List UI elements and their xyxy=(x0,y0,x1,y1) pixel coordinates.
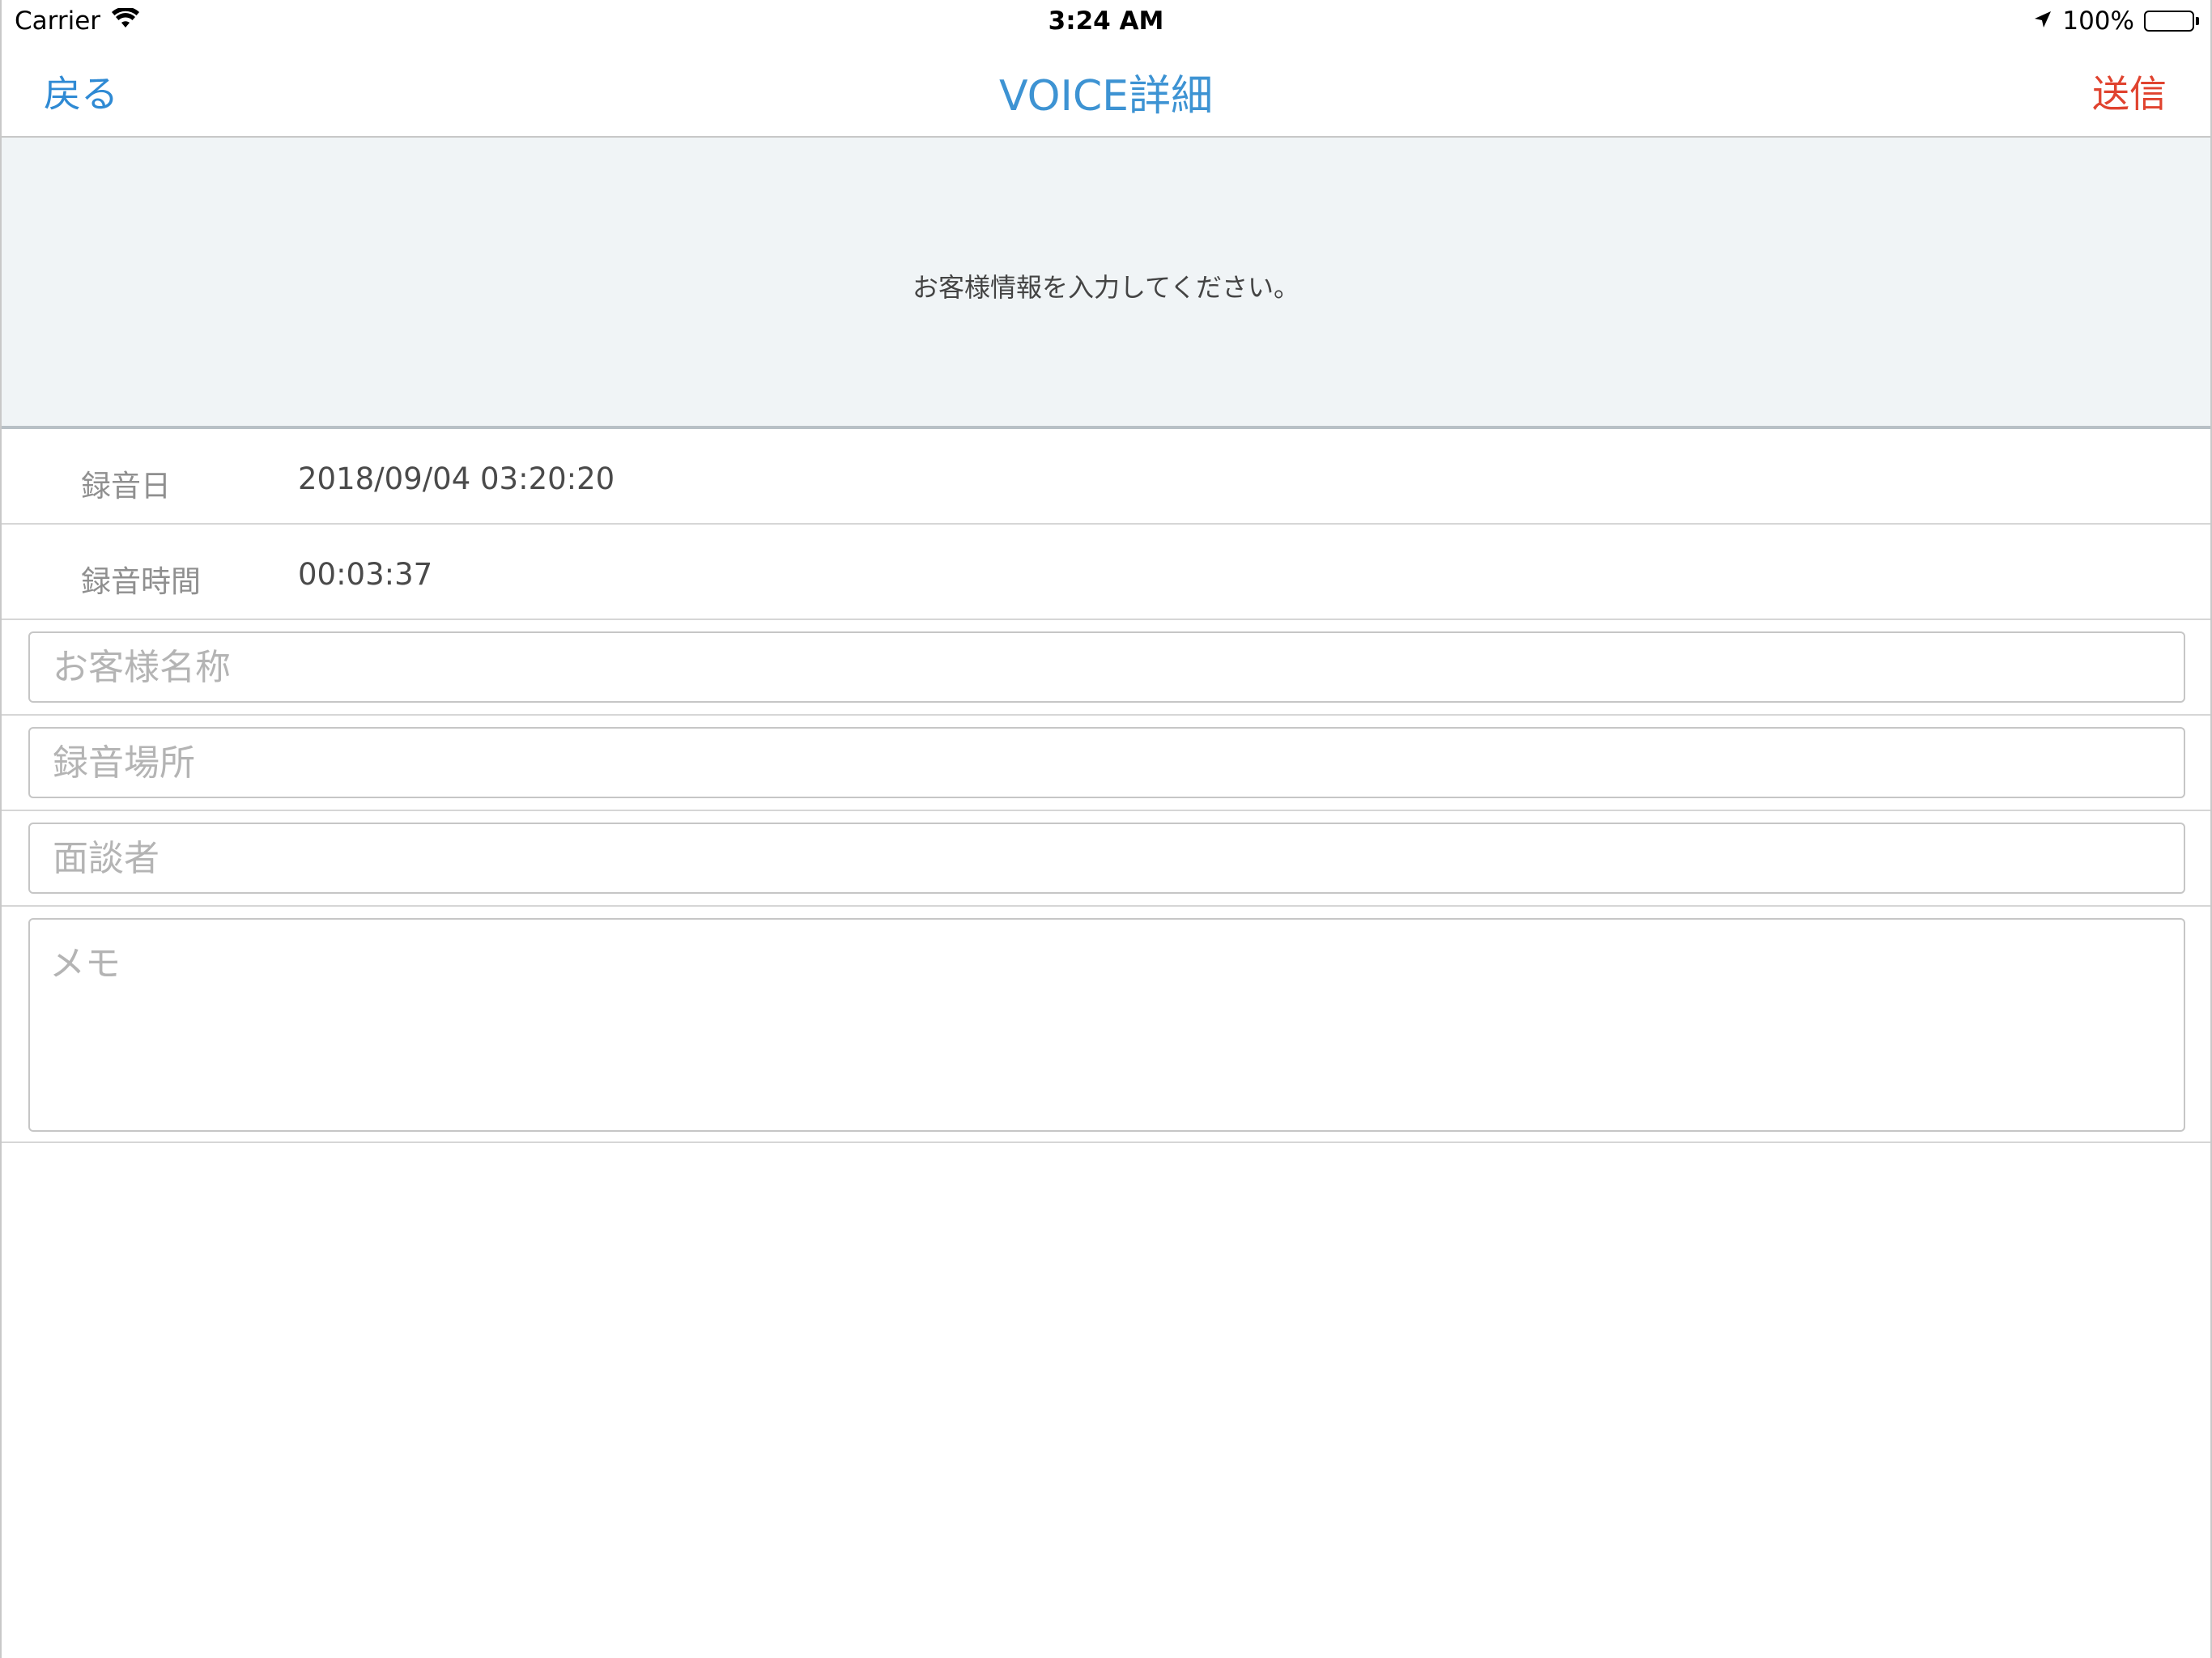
navigation-bar: 戻る VOICE詳細 送信 xyxy=(2,44,2210,138)
page-title: VOICE詳細 xyxy=(998,72,1214,121)
recording-location-input[interactable] xyxy=(28,727,2185,798)
recording-duration-label: 録音時間 xyxy=(81,564,201,599)
customer-name-input[interactable] xyxy=(28,631,2185,703)
recording-date-label: 録音日 xyxy=(81,469,171,504)
battery-icon xyxy=(2144,11,2199,32)
memo-textarea[interactable] xyxy=(28,918,2185,1132)
interviewer-row xyxy=(2,811,2210,907)
memo-row xyxy=(2,905,2210,1143)
recording-date-value: 2018/09/04 03:20:20 xyxy=(298,461,615,496)
instruction-banner: お客様情報を入力してください。 xyxy=(2,138,2210,429)
instruction-text: お客様情報を入力してください。 xyxy=(912,272,1300,303)
customer-name-row xyxy=(2,620,2210,716)
location-arrow-icon xyxy=(2033,6,2052,36)
send-button[interactable]: 送信 xyxy=(2092,65,2167,118)
recording-location-row xyxy=(2,716,2210,811)
interviewer-input[interactable] xyxy=(28,823,2185,894)
status-bar: Carrier 3:24 AM 100% xyxy=(2,0,2210,44)
battery-percent: 100% xyxy=(2062,6,2134,36)
voice-detail-screen: Carrier 3:24 AM 100% 戻る VOICE詳細 送信 お客様情報… xyxy=(0,0,2212,1658)
recording-duration-row: 録音時間 00:03:37 xyxy=(2,525,2210,620)
status-time: 3:24 AM xyxy=(1048,6,1164,36)
recording-date-row: 録音日 2018/09/04 03:20:20 xyxy=(2,429,2210,525)
status-right: 100% xyxy=(2033,6,2199,36)
recording-duration-value: 00:03:37 xyxy=(298,557,433,592)
